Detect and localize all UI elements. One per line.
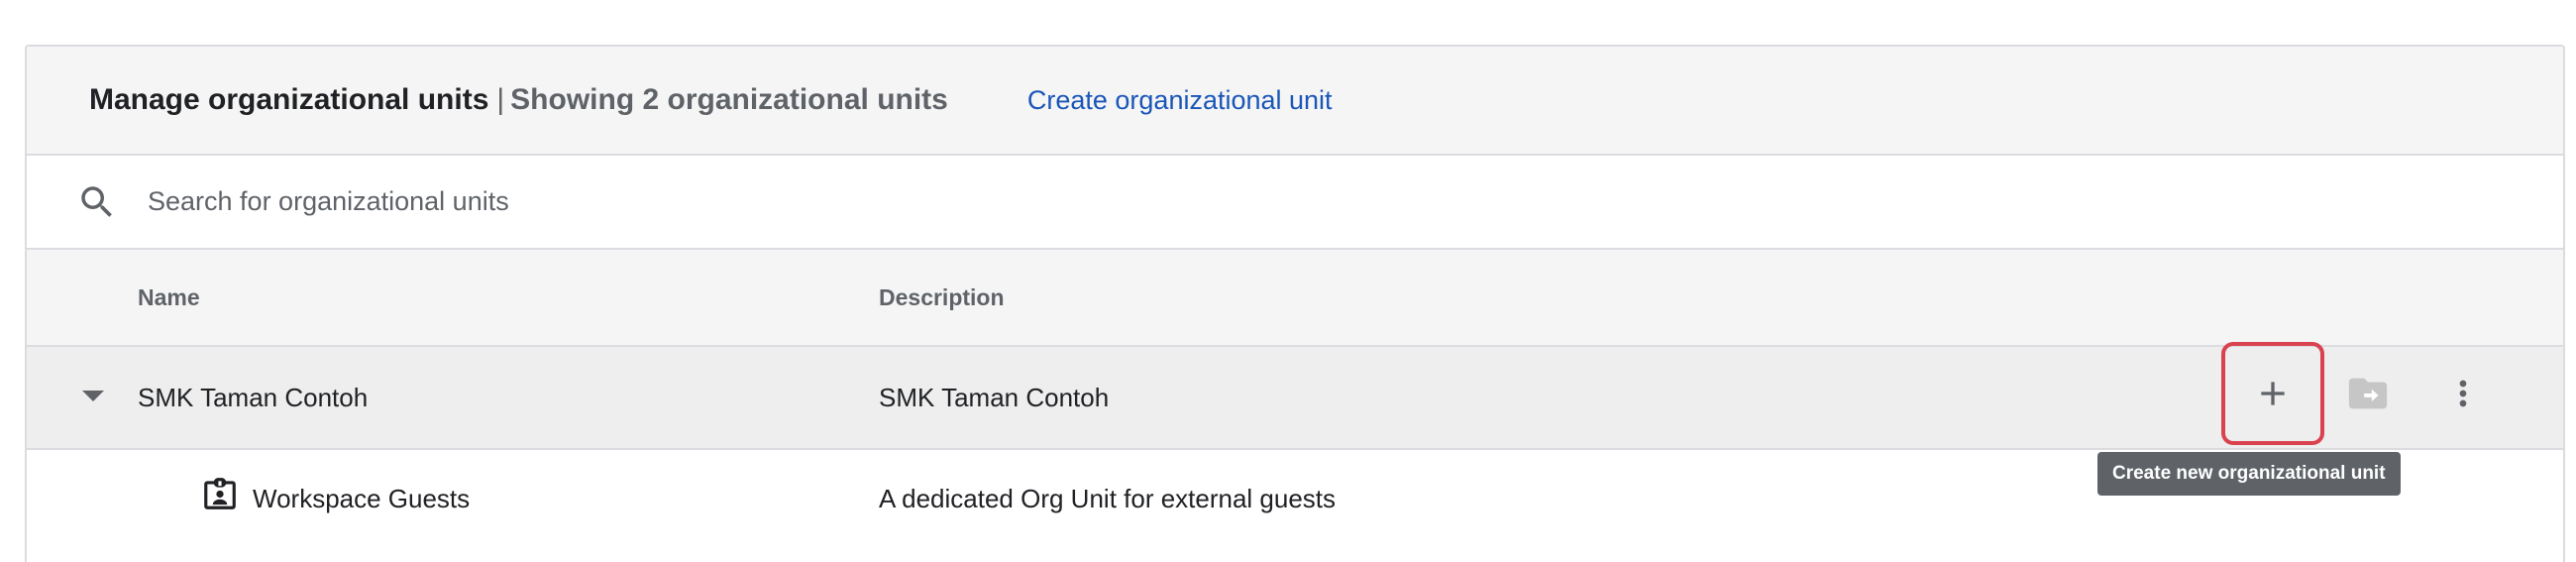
org-unit-description: A dedicated Org Unit for external guests [879, 484, 1337, 513]
move-folder-icon [2348, 378, 2388, 409]
org-unit-name[interactable]: Workspace Guests [253, 484, 470, 514]
table-header: Name Description [27, 250, 2563, 347]
create-sub-unit-button[interactable] [2241, 362, 2305, 425]
more-vert-icon [2459, 380, 2467, 407]
table-row[interactable]: SMK Taman Contoh SMK Taman Contoh [27, 342, 2563, 450]
badge-icon [204, 478, 236, 509]
page-title: Manage organizational units [89, 83, 489, 116]
move-org-unit-button[interactable] [2336, 362, 2400, 425]
create-org-unit-link[interactable]: Create organizational unit [1027, 85, 1333, 116]
more-actions-button[interactable] [2431, 362, 2495, 425]
search-bar [27, 156, 2563, 250]
tooltip: Create new organizational unit [2097, 452, 2401, 496]
collapse-caret-icon[interactable] [82, 391, 104, 401]
search-icon [81, 185, 112, 217]
header-separator: | [496, 83, 505, 116]
card-header: Manage organizational units | Showing 2 … [27, 47, 2563, 156]
column-header-description: Description [879, 284, 1005, 310]
plus-icon [2261, 382, 2285, 405]
search-input[interactable] [146, 185, 1636, 218]
unit-count-text: Showing 2 organizational units [510, 83, 948, 116]
org-unit-name[interactable]: SMK Taman Contoh [138, 383, 368, 413]
org-unit-description: SMK Taman Contoh [879, 383, 1110, 412]
column-header-name[interactable]: Name [138, 284, 200, 311]
